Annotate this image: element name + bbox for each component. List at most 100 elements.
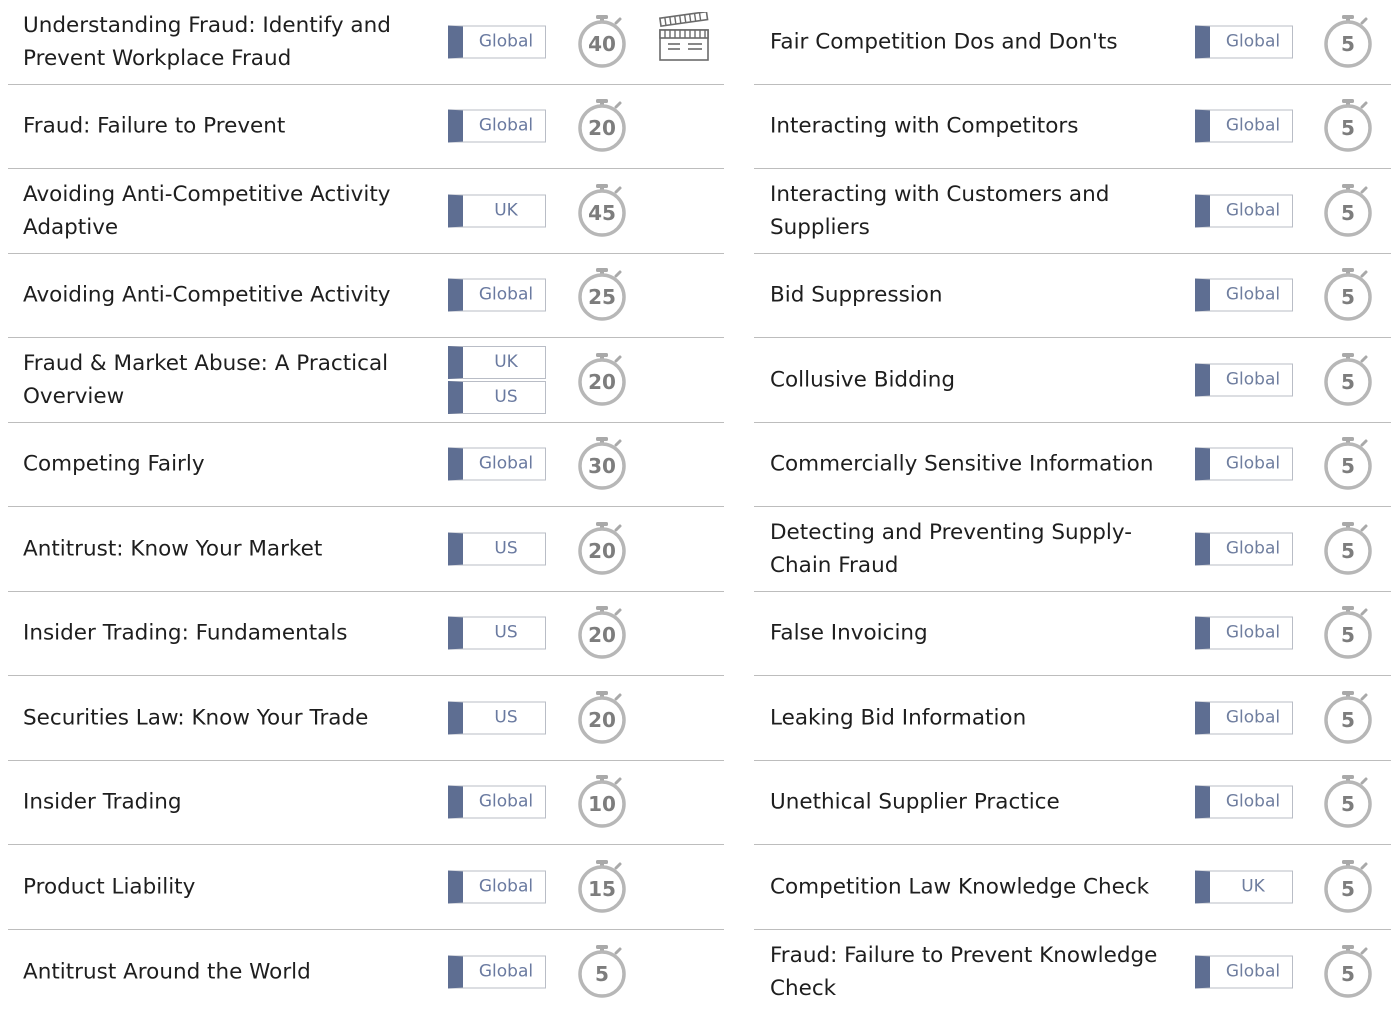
course-title[interactable]: Avoiding Anti-Competitive Activity bbox=[23, 279, 423, 312]
duration-minutes: 20 bbox=[578, 707, 626, 733]
duration-minutes: 20 bbox=[578, 369, 626, 395]
course-row[interactable]: Interacting with Customers and Suppliers… bbox=[754, 169, 1391, 254]
duration-minutes: 5 bbox=[1324, 961, 1372, 987]
duration-minutes: 5 bbox=[1324, 31, 1372, 57]
course-row[interactable]: Bid SuppressionGlobal 5 bbox=[754, 254, 1391, 339]
duration-minutes: 5 bbox=[1324, 284, 1372, 310]
course-title[interactable]: Collusive Bidding bbox=[770, 363, 1180, 396]
course-row[interactable]: Insider Trading: FundamentalsUS 20 bbox=[8, 592, 724, 677]
course-row[interactable]: Competing FairlyGlobal 30 bbox=[8, 423, 724, 508]
region-badge: Global bbox=[448, 279, 546, 312]
stopwatch-icon: 45 bbox=[578, 183, 628, 239]
course-row[interactable]: Antitrust Around the WorldGlobal 5 bbox=[8, 930, 724, 1014]
course-title[interactable]: Interacting with Competitors bbox=[770, 110, 1180, 143]
course-title[interactable]: Understanding Fraud: Identify and Preven… bbox=[23, 9, 423, 75]
course-row[interactable]: Insider TradingGlobal 10 bbox=[8, 761, 724, 846]
course-row[interactable]: Fraud: Failure to Prevent Global 20 bbox=[8, 85, 724, 170]
stopwatch-icon: 20 bbox=[578, 521, 628, 577]
region-badges: Global bbox=[448, 786, 546, 819]
course-row[interactable]: Fair Competition Dos and Don'ts Global 5 bbox=[754, 0, 1391, 85]
stopwatch-icon: 5 bbox=[578, 944, 628, 1000]
stopwatch-icon: 30 bbox=[578, 436, 628, 492]
duration-minutes: 5 bbox=[578, 961, 626, 987]
region-badge: UK bbox=[1195, 870, 1293, 903]
region-badge: Global bbox=[1195, 363, 1293, 396]
course-row[interactable]: Leaking Bid InformationGlobal 5 bbox=[754, 676, 1391, 761]
region-badge: Global bbox=[1195, 194, 1293, 227]
region-badge: US bbox=[448, 701, 546, 734]
stopwatch-icon: 5 bbox=[1324, 436, 1374, 492]
region-badges: UK bbox=[1195, 870, 1293, 903]
stopwatch-icon: 5 bbox=[1324, 774, 1374, 830]
course-title[interactable]: Bid Suppression bbox=[770, 279, 1180, 312]
course-title[interactable]: Commercially Sensitive Information bbox=[770, 448, 1180, 481]
course-row[interactable]: Detecting and Preventing Supply-Chain Fr… bbox=[754, 507, 1391, 592]
region-badge: Global bbox=[1195, 110, 1293, 143]
duration-minutes: 20 bbox=[578, 115, 626, 141]
region-badge: Global bbox=[1195, 25, 1293, 58]
region-badge: UK bbox=[448, 346, 546, 379]
course-row[interactable]: Competition Law Knowledge Check UK 5 bbox=[754, 845, 1391, 930]
stopwatch-icon: 5 bbox=[1324, 98, 1374, 154]
stopwatch-icon: 5 bbox=[1324, 605, 1374, 661]
course-title[interactable]: Antitrust Around the World bbox=[23, 955, 423, 988]
course-row[interactable]: Collusive Bidding Global 5 bbox=[754, 338, 1391, 423]
duration-minutes: 5 bbox=[1324, 876, 1372, 902]
right-course-column: Fair Competition Dos and Don'tsGlobal 5I… bbox=[754, 0, 1391, 1014]
course-row[interactable]: Unethical Supplier Practice Global 5 bbox=[754, 761, 1391, 846]
stopwatch-icon: 40 bbox=[578, 14, 628, 70]
course-title[interactable]: False Invoicing bbox=[770, 617, 1180, 650]
course-title[interactable]: Fraud & Market Abuse: A Practical Overvi… bbox=[23, 347, 423, 413]
course-row[interactable]: Fraud & Market Abuse: A Practical Overvi… bbox=[8, 338, 724, 423]
region-badge: Global bbox=[1195, 532, 1293, 565]
course-title[interactable]: Fraud: Failure to Prevent Knowledge Chec… bbox=[770, 939, 1180, 1005]
course-title[interactable]: Interacting with Customers and Suppliers bbox=[770, 178, 1180, 244]
course-row[interactable]: False InvoicingGlobal 5 bbox=[754, 592, 1391, 677]
course-row[interactable]: Commercially Sensitive Information Global… bbox=[754, 423, 1391, 508]
course-row[interactable]: Product Liability Global 15 bbox=[8, 845, 724, 930]
duration-minutes: 5 bbox=[1324, 200, 1372, 226]
course-title[interactable]: Fair Competition Dos and Don'ts bbox=[770, 25, 1180, 58]
course-row[interactable]: Understanding Fraud: Identify and Preven… bbox=[8, 0, 724, 85]
duration-minutes: 15 bbox=[578, 876, 626, 902]
region-badges: Global bbox=[448, 279, 546, 312]
course-row[interactable]: Avoiding Anti-Competitive Activity Adapt… bbox=[8, 169, 724, 254]
course-title[interactable]: Leaking Bid Information bbox=[770, 701, 1180, 734]
region-badges: Global bbox=[448, 110, 546, 143]
course-title[interactable]: Securities Law: Know Your Trade bbox=[23, 701, 423, 734]
course-title[interactable]: Antitrust: Know Your Market bbox=[23, 532, 423, 565]
stopwatch-icon: 25 bbox=[578, 267, 628, 323]
course-title[interactable]: Fraud: Failure to Prevent bbox=[23, 110, 423, 143]
left-course-column: Understanding Fraud: Identify and Preven… bbox=[8, 0, 724, 1014]
region-badge: US bbox=[448, 617, 546, 650]
region-badge: US bbox=[448, 381, 546, 414]
course-row[interactable]: Interacting with Competitors Global 5 bbox=[754, 85, 1391, 170]
region-badge: Global bbox=[1195, 701, 1293, 734]
course-row[interactable]: Securities Law: Know Your Trade US 20 bbox=[8, 676, 724, 761]
course-title[interactable]: Insider Trading: Fundamentals bbox=[23, 617, 423, 650]
course-title[interactable]: Avoiding Anti-Competitive Activity Adapt… bbox=[23, 178, 423, 244]
region-badges: Global bbox=[1195, 955, 1293, 988]
region-badge: Global bbox=[448, 786, 546, 819]
region-badges: Global bbox=[1195, 448, 1293, 481]
duration-minutes: 5 bbox=[1324, 791, 1372, 817]
region-badges: Global bbox=[1195, 786, 1293, 819]
course-catalog: Understanding Fraud: Identify and Preven… bbox=[0, 0, 1397, 1006]
course-row[interactable]: Fraud: Failure to Prevent Knowledge Chec… bbox=[754, 930, 1391, 1014]
region-badge: Global bbox=[448, 870, 546, 903]
duration-minutes: 5 bbox=[1324, 369, 1372, 395]
stopwatch-icon: 5 bbox=[1324, 267, 1374, 323]
course-title[interactable]: Competition Law Knowledge Check bbox=[770, 870, 1180, 903]
region-badges: Global bbox=[448, 25, 546, 58]
course-title[interactable]: Unethical Supplier Practice bbox=[770, 786, 1180, 819]
region-badges: UKUS bbox=[448, 346, 546, 414]
course-title[interactable]: Insider Trading bbox=[23, 786, 423, 819]
course-title[interactable]: Detecting and Preventing Supply-Chain Fr… bbox=[770, 516, 1180, 582]
stopwatch-icon: 5 bbox=[1324, 944, 1374, 1000]
course-row[interactable]: Avoiding Anti-Competitive Activity Global… bbox=[8, 254, 724, 339]
region-badges: US bbox=[448, 701, 546, 734]
course-row[interactable]: Antitrust: Know Your MarketUS 20 bbox=[8, 507, 724, 592]
course-title[interactable]: Product Liability bbox=[23, 870, 423, 903]
stopwatch-icon: 5 bbox=[1324, 521, 1374, 577]
course-title[interactable]: Competing Fairly bbox=[23, 448, 423, 481]
